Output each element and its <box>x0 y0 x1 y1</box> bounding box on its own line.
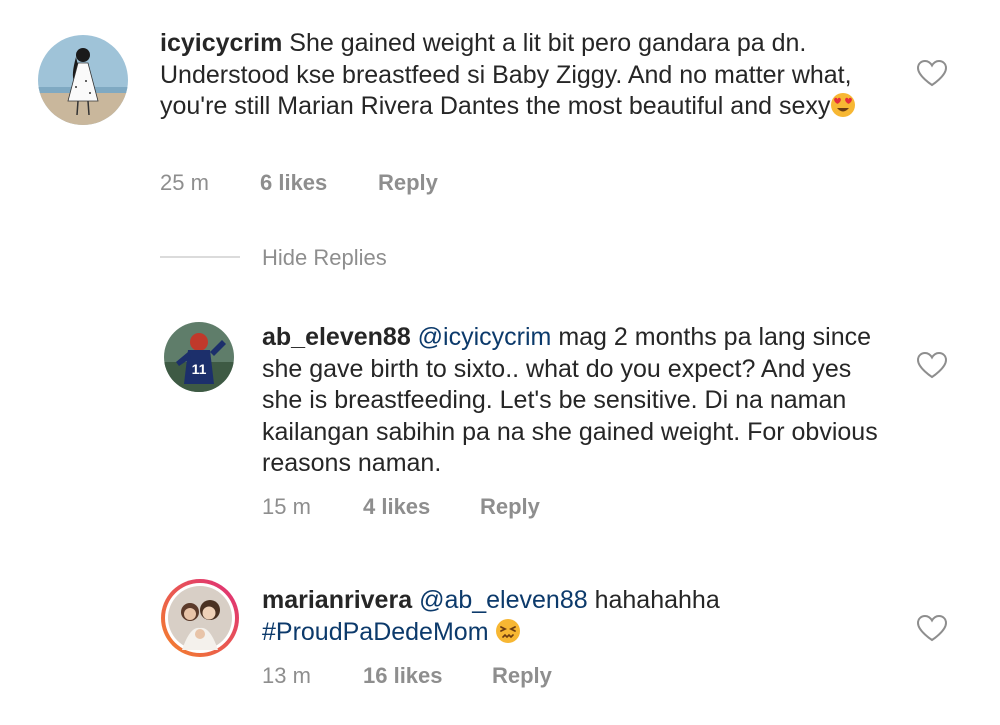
comment-meta: 25 m 6 likes Reply <box>160 170 460 196</box>
reply-text: marianrivera @ab_eleven88 hahahahha #Pro… <box>262 585 887 648</box>
svg-text:11: 11 <box>192 361 207 377</box>
likes-count[interactable]: 16 likes <box>363 663 443 689</box>
reply-meta: 13 m 16 likes Reply <box>262 663 582 689</box>
mention-link[interactable]: @icyicycrim <box>418 323 552 351</box>
like-heart-icon[interactable] <box>916 59 948 87</box>
hide-replies-button[interactable]: Hide Replies <box>262 245 387 271</box>
comments-thread: icyicycrim She gained weight a lit bit p… <box>0 0 1000 725</box>
reply-button[interactable]: Reply <box>492 663 552 689</box>
avatar-image: 11 <box>164 322 234 392</box>
likes-count[interactable]: 6 likes <box>260 170 327 196</box>
avatar-image <box>161 579 239 657</box>
comment-username[interactable]: icyicycrim <box>160 29 282 57</box>
avatar-image <box>38 35 128 125</box>
reply-text: ab_eleven88 @icyicycrim mag 2 months pa … <box>262 322 887 480</box>
reply-button[interactable]: Reply <box>480 494 540 520</box>
like-heart-icon[interactable] <box>916 614 948 642</box>
avatar[interactable]: 11 <box>164 322 234 392</box>
comment-time: 25 m <box>160 170 209 195</box>
hide-replies-divider <box>160 256 240 258</box>
hashtag-link[interactable]: #ProudPaDedeMom <box>262 618 489 646</box>
mention-link[interactable]: @ab_eleven88 <box>419 586 588 614</box>
reply-meta: 15 m 4 likes Reply <box>262 494 582 520</box>
confounded-face-emoji <box>496 618 521 643</box>
reply-time: 13 m <box>262 663 311 688</box>
comment-text: icyicycrim She gained weight a lit bit p… <box>160 28 905 123</box>
likes-count[interactable]: 4 likes <box>363 494 430 520</box>
reply-body: hahahahha <box>594 586 720 614</box>
avatar[interactable] <box>38 35 128 125</box>
reply-username[interactable]: marianrivera <box>262 586 412 614</box>
like-heart-icon[interactable] <box>916 351 948 379</box>
reply-button[interactable]: Reply <box>378 170 438 196</box>
heart-eyes-emoji <box>831 93 856 117</box>
story-ring-avatar[interactable] <box>160 578 240 658</box>
reply-time: 15 m <box>262 494 311 519</box>
reply-username[interactable]: ab_eleven88 <box>262 323 411 351</box>
